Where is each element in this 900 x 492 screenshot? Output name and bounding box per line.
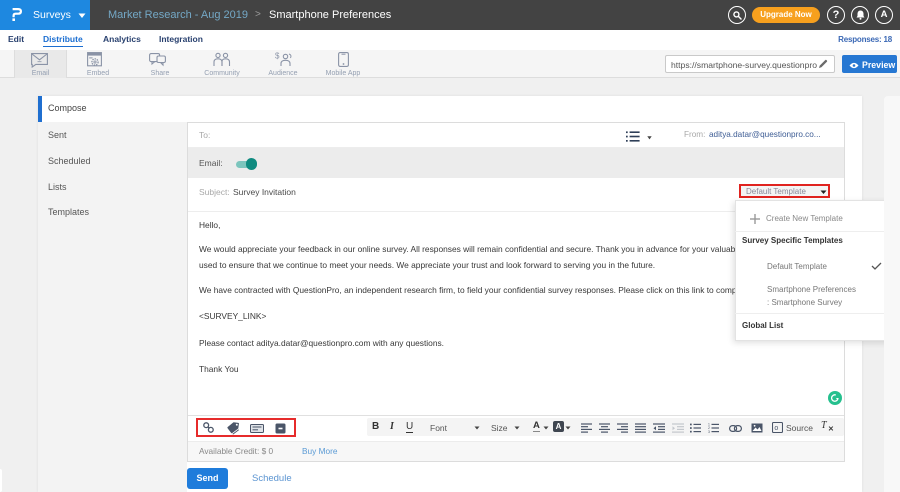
svg-text:$: $ xyxy=(275,52,280,61)
svg-text:o: o xyxy=(774,425,778,432)
svg-text:3: 3 xyxy=(708,430,710,433)
